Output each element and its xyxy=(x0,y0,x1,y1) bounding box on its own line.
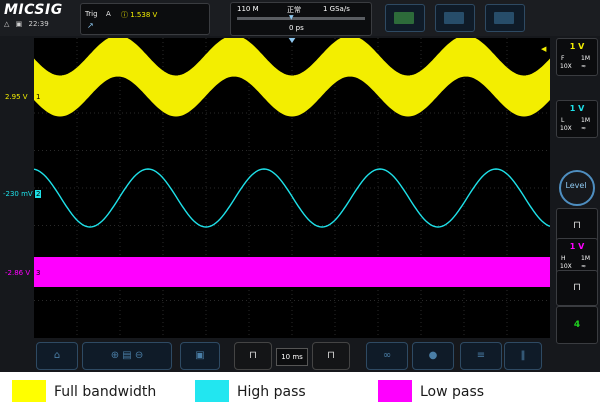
channel-1-coupling: F xyxy=(561,55,565,62)
trigger-label: Trig xyxy=(85,10,98,18)
cursor-control[interactable]: ⊕ ▤ ⊖ xyxy=(82,342,172,370)
channel-1-offset: 2.95 V xyxy=(5,93,28,101)
run-icon: ● xyxy=(428,350,438,361)
oscilloscope-screen: MICSIG △ ▣ 22:39 Trig A ⓘ 1.538 V ↗ 110 … xyxy=(0,0,600,372)
pulse-wide-icon: ⊓ xyxy=(327,350,335,361)
channel-3-coupling: H xyxy=(561,255,566,262)
top-status-bar: MICSIG △ ▣ 22:39 Trig A ⓘ 1.538 V ↗ 110 … xyxy=(0,0,600,36)
legend: Full bandwidth High pass Low pass xyxy=(0,372,600,410)
level-label: Level xyxy=(565,181,587,190)
math-icon: ≡ xyxy=(476,350,486,361)
legend-label-full-bandwidth: Full bandwidth xyxy=(54,384,157,400)
channel-3-offset: -2.86 V xyxy=(5,269,31,277)
channel-1-probe: 10X xyxy=(560,63,572,70)
channel-2-bw-icon: ≈ xyxy=(581,125,587,132)
cursor-button[interactable]: ‖ xyxy=(504,342,542,370)
menu-icon xyxy=(494,12,514,24)
trigger-position-marker: ▼ xyxy=(289,14,294,21)
sample-rate: 1 GSa/s xyxy=(323,5,350,13)
channel-4-button[interactable]: 4 xyxy=(556,306,598,344)
auto-button[interactable]: ∞ xyxy=(366,342,408,370)
pulse-function-button-2[interactable]: ⊓ xyxy=(556,270,598,306)
channel-2-impedance: 1M xyxy=(581,117,590,124)
memory-position-bar xyxy=(237,17,365,20)
zoom-icon: ⊕ ▤ ⊖ xyxy=(110,350,144,361)
math-button[interactable]: ≡ xyxy=(460,342,502,370)
channel-3-probe: 10X xyxy=(560,263,572,270)
channel-1-scale: 1 V xyxy=(569,42,585,51)
legend-label-high-pass: High pass xyxy=(237,384,306,400)
pulse-narrow-icon: ⊓ xyxy=(249,350,257,361)
memory-depth: 110 M xyxy=(237,5,259,13)
status-row: △ ▣ 22:39 xyxy=(4,20,53,28)
channel-1-waveform xyxy=(34,38,550,117)
channel-3-waveform xyxy=(34,257,550,287)
trigger-panel[interactable]: Trig A ⓘ 1.538 V ↗ xyxy=(80,3,210,35)
channel-3-marker[interactable]: 3 xyxy=(35,269,42,277)
time-per-division: 10 ms xyxy=(276,348,308,366)
display-mode-button[interactable] xyxy=(385,4,425,32)
trigger-level: ⓘ 1.538 V xyxy=(121,11,158,19)
timebase-increase-button[interactable]: ⊓ xyxy=(312,342,350,370)
rising-edge-icon: ↗ xyxy=(87,21,94,30)
menu-button[interactable] xyxy=(485,4,525,32)
auto-icon: ∞ xyxy=(382,350,392,361)
trigger-time-marker xyxy=(288,38,296,43)
legend-swatch-high-pass xyxy=(195,380,229,402)
timebase-decrease-button[interactable]: ⊓ xyxy=(234,342,272,370)
legend-swatch-full-bandwidth xyxy=(12,380,46,402)
channel-2-offset: -230 mV xyxy=(3,190,33,198)
run-stop-button[interactable]: ● xyxy=(412,342,454,370)
network-icon: ▣ xyxy=(15,20,23,28)
channel-1-settings[interactable]: 1 V F 1M 10X ≈ xyxy=(556,38,598,76)
timebase-panel[interactable]: 110 M 正常 1 GSa/s ▼ 0 ps xyxy=(230,2,372,36)
brand-logo: MICSIG xyxy=(4,2,63,18)
cursor-icon: ‖ xyxy=(520,350,526,361)
channel-2-coupling: L xyxy=(561,117,565,124)
channel-1-marker[interactable]: 1 xyxy=(35,93,42,101)
trigger-level-arrow-icon: ◀ xyxy=(541,45,547,53)
level-knob-button[interactable]: Level xyxy=(556,169,596,206)
waveform-grid[interactable] xyxy=(34,38,550,338)
channel-2-marker[interactable]: 2 xyxy=(35,190,42,198)
legend-label-low-pass: Low pass xyxy=(420,384,485,400)
bottom-toolbar: ⌂ ⊕ ▤ ⊖ ▣ ⊓ 10 ms ⊓ ∞ ● ≡ ‖ xyxy=(0,340,600,372)
home-icon: ⌂ xyxy=(53,350,61,361)
save-icon: ▣ xyxy=(195,350,205,361)
channel-2-probe: 10X xyxy=(560,125,572,132)
legend-swatch-low-pass xyxy=(378,380,412,402)
split-icon xyxy=(444,12,464,24)
home-button[interactable]: ⌂ xyxy=(36,342,78,370)
layout-icon xyxy=(394,12,414,24)
channel-1-impedance: 1M xyxy=(581,55,590,62)
pulse-icon: ⊓ xyxy=(573,282,581,293)
channel-2-scale: 1 V xyxy=(569,104,585,113)
wifi-icon: △ xyxy=(4,20,10,28)
pulse-icon: ⊓ xyxy=(573,220,581,231)
save-button[interactable]: ▣ xyxy=(180,342,220,370)
clock-time: 22:39 xyxy=(28,20,49,28)
horizontal-offset: 0 ps xyxy=(289,24,304,32)
channel-3-scale: 1 V xyxy=(569,242,585,251)
trigger-source: A xyxy=(106,10,111,18)
split-view-button[interactable] xyxy=(435,4,475,32)
channel-3-impedance: 1M xyxy=(581,255,590,262)
channel-1-bw-icon: ≈ xyxy=(581,63,587,70)
channel-3-bw-icon: ≈ xyxy=(581,263,587,270)
waveform-canvas xyxy=(34,38,550,338)
channel-2-settings[interactable]: 1 V L 1M 10X ≈ xyxy=(556,100,598,138)
